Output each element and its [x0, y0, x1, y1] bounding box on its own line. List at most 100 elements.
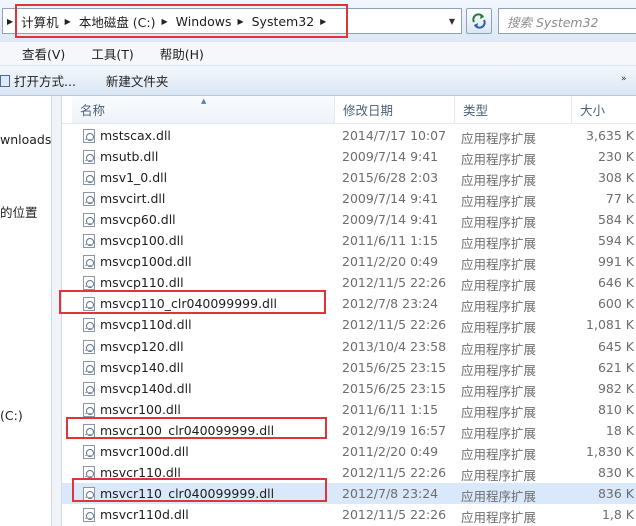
breadcrumb-separator-icon[interactable]: ▶ — [237, 17, 243, 26]
open-with-button[interactable]: 打开方式... — [0, 71, 76, 90]
file-size: 1,8 K — [601, 506, 634, 522]
breadcrumb-system32[interactable]: System32 ▶ — [252, 9, 335, 33]
menu-view[interactable]: 查看(V) — [22, 44, 65, 63]
file-date: 2012/11/5 22:26 — [342, 275, 447, 291]
refresh-button[interactable] — [466, 8, 492, 34]
address-dropdown-icon[interactable]: ▼ — [445, 11, 459, 31]
nav-item-recent-places[interactable]: 的位置 — [0, 202, 38, 221]
refresh-icon — [472, 13, 486, 29]
file-row[interactable]: msvcp110.dll 2012/11/5 22:26 应用程序扩展 646 K — [62, 272, 636, 293]
dll-file-icon — [83, 423, 95, 438]
breadcrumb-computer[interactable]: 计算机 ▶ — [21, 9, 79, 33]
nav-item-local-disk[interactable]: (C:) — [0, 408, 23, 423]
nav-item-downloads[interactable]: wnloads — [0, 132, 51, 147]
file-type: 应用程序扩展 — [461, 278, 537, 294]
file-type: 应用程序扩展 — [461, 467, 537, 483]
dll-file-icon — [83, 402, 95, 417]
file-row[interactable]: msvcr100.dll 2011/6/11 1:15 应用程序扩展 810 K — [62, 399, 636, 420]
file-type: 应用程序扩展 — [461, 194, 537, 210]
address-bar[interactable]: ▶ 计算机 ▶ 本地磁盘 (C:) ▶ Windows ▶ System32 ▶… — [2, 8, 462, 34]
new-folder-label: 新建文件夹 — [105, 74, 169, 89]
file-row[interactable]: msvcp60.dll 2009/7/14 9:41 应用程序扩展 584 K — [62, 209, 636, 230]
file-size: 308 K — [597, 170, 634, 186]
column-header-size[interactable]: 大小 — [572, 96, 636, 123]
file-date: 2015/6/25 23:15 — [342, 380, 447, 396]
sort-ascending-icon: ▲ — [201, 97, 207, 105]
dll-file-icon — [83, 486, 95, 501]
file-size: 18 K — [605, 422, 634, 438]
file-type: 应用程序扩展 — [461, 320, 537, 336]
file-name: msvcp60.dll — [100, 212, 176, 228]
navigation-bar: ▶ 计算机 ▶ 本地磁盘 (C:) ▶ Windows ▶ System32 ▶… — [0, 0, 636, 42]
file-date: 2012/11/5 22:26 — [342, 317, 447, 333]
file-row[interactable]: msvcr110d.dll 2012/11/5 22:26 应用程序扩展 1,8 K — [62, 504, 636, 525]
file-size: 77 K — [605, 191, 634, 207]
more-commands-icon[interactable]: » — [621, 74, 627, 84]
file-type: 应用程序扩展 — [461, 236, 537, 252]
file-row[interactable]: msvcr110.dll 2012/11/5 22:26 应用程序扩展 830 K — [62, 462, 636, 483]
file-size: 621 K — [597, 359, 634, 375]
file-type: 应用程序扩展 — [461, 404, 537, 420]
file-row[interactable]: msvcp110_clr040099999.dll 2012/7/8 23:24 应… — [62, 293, 636, 314]
file-row[interactable]: msvcp110d.dll 2012/11/5 22:26 应用程序扩展 1,081 … — [62, 314, 636, 335]
file-name: msvcp100.dll — [100, 233, 184, 249]
search-input[interactable]: 搜索 System32 — [498, 8, 636, 34]
pane-splitter[interactable] — [52, 96, 62, 526]
column-header-date[interactable]: 修改日期 — [335, 96, 455, 123]
file-size: 982 K — [597, 380, 634, 396]
file-name: msvcp110d.dll — [100, 317, 192, 333]
file-name: msvcr100_clr040099999.dll — [100, 422, 275, 438]
dll-file-icon — [83, 150, 95, 165]
column-header-type[interactable]: 类型 — [455, 96, 572, 123]
dll-file-icon — [83, 276, 95, 291]
file-name: msvcp140.dll — [100, 359, 184, 375]
file-row[interactable]: msvcr100_clr040099999.dll 2012/9/19 16:57… — [62, 420, 636, 441]
file-date: 2011/6/11 1:15 — [342, 401, 439, 417]
dll-file-icon — [83, 318, 95, 333]
file-row[interactable]: msutb.dll 2009/7/14 9:41 应用程序扩展 230 K — [62, 146, 636, 167]
breadcrumb-separator-icon[interactable]: ▶ — [320, 17, 326, 26]
file-row[interactable]: msvcr110_clr040099999.dll 2012/7/8 23:24 应… — [62, 482, 636, 504]
breadcrumb-local-disk[interactable]: 本地磁盘 (C:) ▶ — [79, 9, 176, 33]
file-type: 应用程序扩展 — [461, 152, 537, 168]
file-date: 2011/2/20 0:49 — [342, 443, 439, 459]
file-type: 应用程序扩展 — [461, 362, 537, 378]
breadcrumb-windows[interactable]: Windows ▶ — [176, 9, 252, 33]
navigation-pane[interactable]: wnloads 的位置 (C:) — [0, 96, 52, 526]
new-folder-button[interactable]: 新建文件夹 — [106, 71, 169, 90]
file-row[interactable]: msvcirt.dll 2009/7/14 9:41 应用程序扩展 77 K — [62, 188, 636, 209]
file-size: 230 K — [597, 149, 634, 165]
file-date: 2012/11/5 22:26 — [342, 464, 447, 480]
menu-help[interactable]: 帮助(H) — [160, 44, 204, 63]
file-type: 应用程序扩展 — [461, 215, 537, 231]
file-row[interactable]: msvcr100d.dll 2011/2/20 0:49 应用程序扩展 1,830 K — [62, 441, 636, 462]
file-size: 991 K — [597, 254, 634, 270]
file-type: 应用程序扩展 — [461, 299, 537, 315]
breadcrumb-root-arrow[interactable]: ▶ — [3, 9, 21, 33]
dll-file-icon — [83, 444, 95, 459]
file-row[interactable]: msvcp100.dll 2011/6/11 1:15 应用程序扩展 594 K — [62, 230, 636, 251]
file-row[interactable]: msvcp120.dll 2013/10/4 23:58 应用程序扩展 645 K — [62, 336, 636, 357]
file-row[interactable]: msvcp100d.dll 2011/2/20 0:49 应用程序扩展 991 K — [62, 251, 636, 272]
file-name: mstscax.dll — [100, 128, 171, 143]
dll-file-icon — [83, 339, 95, 354]
dll-file-icon — [83, 129, 95, 143]
file-row[interactable]: msvcp140.dll 2015/6/25 23:15 应用程序扩展 621 K — [62, 357, 636, 378]
file-name: msvcr110_clr040099999.dll — [100, 485, 275, 501]
menu-tools[interactable]: 工具(T) — [91, 44, 133, 63]
file-type: 应用程序扩展 — [461, 425, 537, 441]
file-list[interactable]: 名称 ▲ 修改日期 类型 大小 mstscax.dll 2014/7/17 10:… — [62, 96, 636, 526]
file-type: 应用程序扩展 — [461, 509, 537, 525]
file-date: 2012/7/8 23:24 — [342, 485, 439, 501]
search-placeholder: 搜索 System32 — [507, 14, 599, 30]
file-row[interactable]: mstscax.dll 2014/7/17 10:07 应用程序扩展 3,635 K — [62, 125, 636, 146]
dll-file-icon — [83, 234, 95, 249]
breadcrumb-separator-icon[interactable]: ▶ — [65, 17, 71, 26]
dll-file-icon — [83, 213, 95, 228]
breadcrumb-separator-icon[interactable]: ▶ — [162, 17, 168, 26]
file-name: msvcirt.dll — [100, 191, 166, 207]
file-date: 2014/7/17 10:07 — [342, 128, 447, 143]
file-row[interactable]: msv1_0.dll 2015/6/28 2:03 应用程序扩展 308 K — [62, 167, 636, 188]
file-row[interactable]: msvcp140d.dll 2015/6/25 23:15 应用程序扩展 982 K — [62, 378, 636, 399]
file-name: msv1_0.dll — [100, 170, 168, 186]
